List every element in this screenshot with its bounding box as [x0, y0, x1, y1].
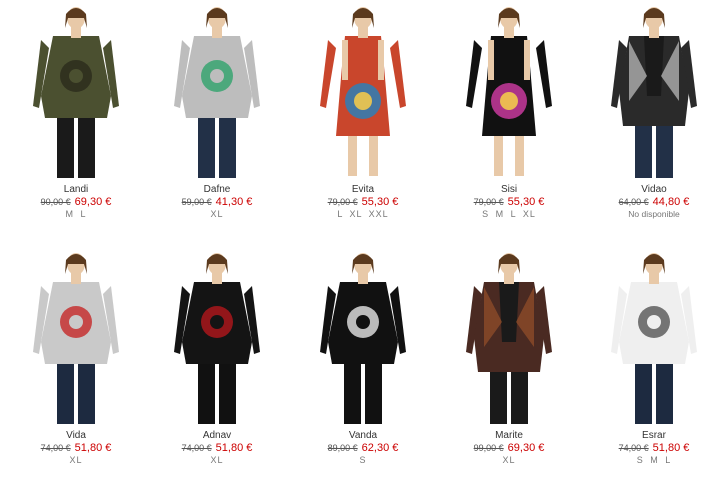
price-row: 74,00 €51,80 €	[147, 442, 287, 455]
product-image[interactable]	[152, 252, 282, 427]
product-name[interactable]: Vanda	[293, 430, 433, 442]
product-name[interactable]: Dafne	[147, 184, 287, 196]
original-price: 90,00 €	[40, 197, 71, 207]
sale-price: 55,30 €	[361, 196, 399, 208]
available-sizes: L XL XXL	[337, 209, 389, 219]
product-card[interactable]: Vanda 89,00 €62,30 € S	[293, 252, 433, 466]
original-price: 74,00 €	[618, 443, 649, 453]
product-card[interactable]: Vidao 64,00 €44,80 € No disponible	[584, 6, 723, 220]
original-price: 74,00 €	[181, 443, 212, 453]
available-sizes: S M L	[636, 455, 672, 465]
sale-price: 51,80 €	[215, 442, 253, 454]
price-row: 89,00 €62,30 €	[293, 442, 433, 455]
product-name[interactable]: Vida	[6, 430, 146, 442]
product-image[interactable]	[298, 252, 428, 427]
product-image[interactable]	[589, 6, 719, 181]
price-row: 99,00 €69,30 €	[439, 442, 579, 455]
original-price: 74,00 €	[40, 443, 71, 453]
available-sizes: XL	[210, 455, 224, 465]
product-card[interactable]: Esrar 74,00 €51,80 € S M L	[584, 252, 723, 466]
original-price: 99,00 €	[473, 443, 504, 453]
product-name[interactable]: Marite	[439, 430, 579, 442]
original-price: 89,00 €	[327, 443, 358, 453]
product-card[interactable]: Adnav 74,00 €51,80 € XL	[147, 252, 287, 466]
price-row: 79,00 €55,30 €	[439, 196, 579, 209]
product-card[interactable]: Marite 99,00 €69,30 € XL	[439, 252, 579, 466]
product-grid: Landi 90,00 €69,30 € M L Dafne 59,00 €41,30…	[0, 0, 723, 490]
product-image[interactable]	[152, 6, 282, 181]
available-sizes: S	[359, 455, 367, 465]
available-sizes: XL	[210, 209, 224, 219]
product-name[interactable]: Sisi	[439, 184, 579, 196]
price-row: 90,00 €69,30 €	[6, 196, 146, 209]
product-card[interactable]: Landi 90,00 €69,30 € M L	[6, 6, 146, 220]
original-price: 64,00 €	[618, 197, 649, 207]
product-name[interactable]: Evita	[293, 184, 433, 196]
original-price: 59,00 €	[181, 197, 212, 207]
price-row: 74,00 €51,80 €	[6, 442, 146, 455]
original-price: 79,00 €	[327, 197, 358, 207]
product-name[interactable]: Adnav	[147, 430, 287, 442]
product-card[interactable]: Evita 79,00 €55,30 € L XL XXL	[293, 6, 433, 220]
product-image[interactable]	[444, 6, 574, 181]
price-row: 74,00 €51,80 €	[584, 442, 723, 455]
sale-price: 69,30 €	[507, 442, 545, 454]
sale-price: 55,30 €	[507, 196, 545, 208]
product-image[interactable]	[298, 6, 428, 181]
sale-price: 51,80 €	[652, 442, 690, 454]
product-name[interactable]: Landi	[6, 184, 146, 196]
available-sizes: M L	[65, 209, 87, 219]
sale-price: 44,80 €	[652, 196, 690, 208]
price-row: 79,00 €55,30 €	[293, 196, 433, 209]
product-card[interactable]: Dafne 59,00 €41,30 € XL	[147, 6, 287, 220]
product-image[interactable]	[589, 252, 719, 427]
product-name[interactable]: Esrar	[584, 430, 723, 442]
product-image[interactable]	[11, 252, 141, 427]
price-row: 59,00 €41,30 €	[147, 196, 287, 209]
product-image[interactable]	[11, 6, 141, 181]
sale-price: 51,80 €	[74, 442, 112, 454]
available-sizes: S M L XL	[482, 209, 536, 219]
product-card[interactable]: Sisi 79,00 €55,30 € S M L XL	[439, 6, 579, 220]
product-name[interactable]: Vidao	[584, 184, 723, 196]
sale-price: 41,30 €	[215, 196, 253, 208]
sale-price: 62,30 €	[361, 442, 399, 454]
product-image[interactable]	[444, 252, 574, 427]
sale-price: 69,30 €	[74, 196, 112, 208]
available-sizes: XL	[502, 455, 516, 465]
available-sizes: No disponible	[628, 209, 680, 219]
available-sizes: XL	[69, 455, 83, 465]
product-card[interactable]: Vida 74,00 €51,80 € XL	[6, 252, 146, 466]
price-row: 64,00 €44,80 €	[584, 196, 723, 209]
original-price: 79,00 €	[473, 197, 504, 207]
